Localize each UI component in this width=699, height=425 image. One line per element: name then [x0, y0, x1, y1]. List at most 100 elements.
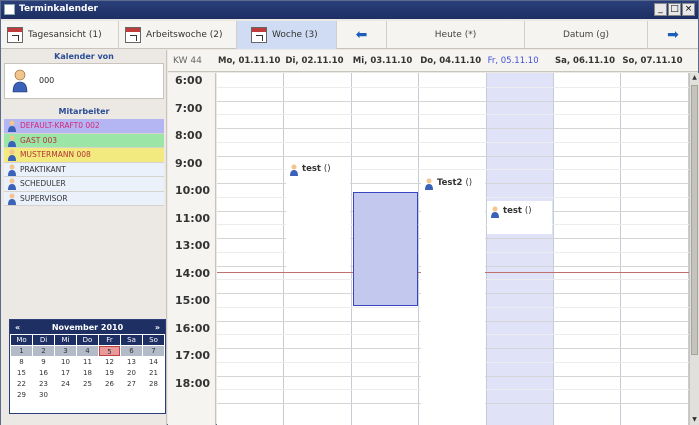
sidebar: Kalender von 000 Mitarbeiter DEFAULT-KRA… [1, 50, 167, 425]
mini-day[interactable]: 27 [121, 379, 142, 389]
mini-day[interactable]: 14 [143, 357, 164, 367]
staff-item[interactable]: PRAKTIKANT [4, 162, 164, 177]
hour-label: 17:00 [175, 349, 211, 362]
staff-label: Mitarbeiter [4, 106, 164, 117]
mini-day[interactable]: 10 [55, 357, 76, 367]
mini-day[interactable]: 9 [33, 357, 54, 367]
hour-gridline [217, 155, 689, 157]
mini-day[interactable]: 2 [33, 346, 54, 356]
maximize-button[interactable]: □ [668, 3, 681, 16]
staff-item[interactable]: SCHEDULER [4, 177, 164, 192]
mini-day[interactable]: 19 [99, 368, 120, 378]
mini-day[interactable]: 28 [143, 379, 164, 389]
mini-day[interactable]: 22 [11, 379, 32, 389]
event-test-tuesday[interactable]: test () [286, 159, 350, 271]
mini-day[interactable]: 12 [99, 357, 120, 367]
day-header[interactable]: Di, 02.11.10 [285, 56, 343, 66]
app-window: Terminkalender _ □ × Tagesansicht (1) Ar… [0, 0, 699, 425]
mini-dow-label: So [143, 335, 164, 345]
staff-item[interactable]: GAST 003 [4, 133, 164, 148]
mini-day[interactable]: 4 [77, 346, 98, 356]
person-icon [8, 178, 16, 190]
scroll-down-icon[interactable]: ▼ [690, 415, 699, 425]
day-header[interactable]: Do, 04.11.10 [420, 56, 481, 66]
day-view-button[interactable]: Tagesansicht (1) [1, 21, 119, 49]
mini-next-month-button[interactable]: » [155, 323, 160, 332]
mini-day[interactable]: 20 [121, 368, 142, 378]
mini-day[interactable]: 26 [99, 379, 120, 389]
day-header[interactable]: So, 07.11.10 [622, 56, 682, 66]
day-header[interactable]: Sa, 06.11.10 [555, 56, 615, 66]
mini-prev-month-button[interactable]: « [15, 323, 20, 332]
mini-day[interactable]: 16 [33, 368, 54, 378]
person-icon [290, 164, 298, 176]
staff-name: DEFAULT-KRAFT0 002 [20, 121, 100, 131]
mini-day[interactable]: 1 [11, 346, 32, 356]
mini-day[interactable]: 18 [77, 368, 98, 378]
previous-button[interactable]: ⬅ [337, 21, 387, 49]
vertical-scrollbar[interactable]: ▲ ▼ [689, 73, 699, 425]
staff-item[interactable]: MUSTERMANN 008 [4, 148, 164, 163]
mini-month-label: November 2010 [51, 322, 124, 332]
person-icon [425, 178, 433, 190]
mini-dow-label: Mo [11, 335, 32, 345]
mini-day[interactable]: 3 [55, 346, 76, 356]
staff-name: GAST 003 [20, 135, 57, 145]
mini-day[interactable]: 7 [143, 346, 164, 356]
mini-day[interactable]: 23 [33, 379, 54, 389]
scroll-thumb[interactable] [691, 85, 698, 355]
mini-day[interactable]: 6 [121, 346, 142, 356]
person-icon [491, 206, 499, 218]
mini-day[interactable]: 29 [11, 390, 32, 400]
day-column[interactable] [486, 73, 554, 425]
date-button[interactable]: Datum (g) [525, 21, 648, 49]
mini-day[interactable]: 13 [121, 357, 142, 367]
calendar-icon [125, 27, 141, 43]
staff-item[interactable]: SUPERVISOR [4, 191, 164, 206]
person-icon [8, 149, 16, 161]
mini-day[interactable]: 8 [11, 357, 32, 367]
hour-label: 8:00 [175, 129, 203, 142]
owner-name: 000 [39, 76, 55, 85]
day-header[interactable]: Mo, 01.11.10 [218, 56, 280, 66]
mini-day[interactable]: 24 [55, 379, 76, 389]
week-view-button[interactable]: Woche (3) [237, 21, 337, 49]
title-bar[interactable]: Terminkalender _ □ × [1, 1, 698, 19]
week-grid[interactable]: test () Test2 () test () [217, 73, 689, 425]
day-header[interactable]: Fr, 05.11.10 [488, 56, 539, 66]
half-hour-gridline [217, 114, 689, 116]
time-selection[interactable] [353, 192, 418, 306]
day-column[interactable] [554, 73, 622, 425]
half-hour-gridline [217, 86, 689, 88]
work-week-button[interactable]: Arbeitswoche (2) [119, 21, 237, 49]
mini-day[interactable]: 25 [77, 379, 98, 389]
event-test2-thursday[interactable]: Test2 () [421, 173, 485, 425]
toolbar: Tagesansicht (1) Arbeitswoche (2) Woche … [1, 21, 698, 49]
minimize-button[interactable]: _ [654, 3, 667, 16]
mini-day[interactable]: 30 [33, 390, 54, 400]
day-column[interactable] [621, 73, 689, 425]
staff-item[interactable]: DEFAULT-KRAFT0 002 [4, 119, 164, 134]
mini-day[interactable]: 15 [11, 368, 32, 378]
day-header[interactable]: Mi, 03.11.10 [353, 56, 413, 66]
hour-gridline [217, 100, 689, 102]
person-icon [8, 193, 16, 205]
mini-day[interactable]: 11 [77, 357, 98, 367]
hour-gridline [217, 128, 689, 129]
event-title: test () [302, 164, 331, 174]
close-button[interactable]: × [682, 3, 695, 16]
mini-day[interactable]: 5 [99, 346, 120, 356]
today-button[interactable]: Heute (*) [387, 21, 525, 49]
scroll-up-icon[interactable]: ▲ [690, 73, 699, 83]
mini-day[interactable]: 21 [143, 368, 164, 378]
hour-label: 9:00 [175, 156, 203, 170]
calendar-owner[interactable]: 000 [4, 63, 164, 99]
mini-dow-label: Do [77, 335, 98, 345]
week-view-label: Woche (3) [272, 30, 318, 40]
day-column[interactable] [217, 73, 285, 425]
event-test-friday[interactable]: test () [487, 201, 552, 234]
staff-list: DEFAULT-KRAFT0 002 GAST 003 MUSTERMANN 008… [4, 119, 164, 206]
next-button[interactable]: ➡ [648, 21, 698, 49]
week-header: KW 44 Mo, 01.11.10 Di, 02.11.10 Mi, 03.11.… [168, 50, 698, 72]
mini-day[interactable]: 17 [55, 368, 76, 378]
